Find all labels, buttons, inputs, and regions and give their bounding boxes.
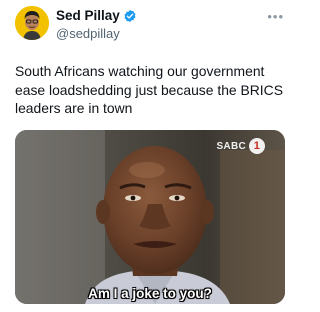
sabc-broadcaster-logo: SABC 1 <box>216 138 265 154</box>
tweet-card: Sed Pillay @sedpillay ••• South Africans… <box>0 0 300 312</box>
bitmoji-avatar-icon <box>15 6 49 40</box>
author-name-row[interactable]: Sed Pillay <box>56 8 137 23</box>
sabc-logo-text: SABC <box>216 140 246 152</box>
more-horizontal-icon[interactable]: ••• <box>267 10 284 23</box>
tweet-media-image[interactable]: SABC 1 Am I a joke to you? <box>15 130 285 304</box>
meme-still-image <box>15 130 285 304</box>
meme-caption: Am I a joke to you? <box>88 286 212 301</box>
author-handle[interactable]: @sedpillay <box>56 26 120 41</box>
verified-badge-icon <box>123 9 137 23</box>
tweet-text: South Africans watching our government e… <box>15 63 283 116</box>
author-avatar[interactable] <box>15 6 49 40</box>
author-name[interactable]: Sed Pillay <box>56 8 120 23</box>
sabc-channel-number: 1 <box>249 138 265 154</box>
